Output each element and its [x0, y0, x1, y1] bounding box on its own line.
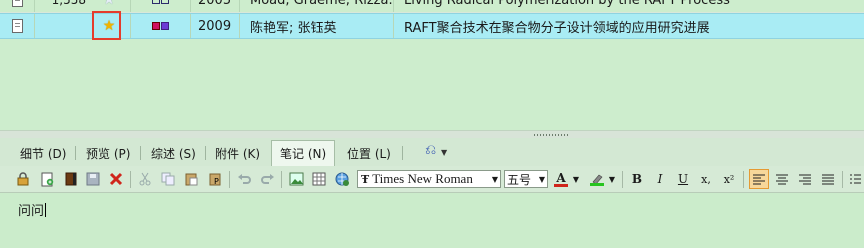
empty-star-icon[interactable]: ★: [103, 0, 116, 7]
align-right-icon[interactable]: [796, 170, 814, 188]
tab-preview[interactable]: 预览 (P): [78, 141, 138, 165]
toolbar-divider: [743, 171, 744, 188]
lock-icon[interactable]: [14, 170, 32, 188]
tab-details[interactable]: 细节 (D): [12, 141, 74, 165]
font-size-value: 五号: [507, 172, 532, 187]
chevron-down-icon[interactable]: ▼: [492, 175, 498, 184]
document-icon: [0, 0, 35, 12]
tab-summary[interactable]: 综述 (S): [143, 141, 204, 165]
svg-text:P: P: [214, 177, 219, 186]
note-editor[interactable]: 问问: [0, 193, 864, 248]
toolbar-divider: [130, 171, 131, 188]
title-cell: Living Radical Polymerization by the RAF…: [404, 0, 730, 8]
paste-icon[interactable]: [182, 170, 200, 188]
new-note-icon[interactable]: [38, 170, 56, 188]
bold-button[interactable]: B: [628, 170, 646, 188]
superscript-button[interactable]: x²: [720, 170, 738, 188]
tab-divider: [75, 146, 76, 160]
tab-divider: [402, 146, 403, 160]
splitter-grip[interactable]: [534, 134, 568, 136]
year-cell: 2009: [190, 14, 240, 38]
copy-icon[interactable]: [159, 170, 177, 188]
align-center-icon[interactable]: [773, 170, 791, 188]
align-justify-icon[interactable]: [819, 170, 837, 188]
tab-location[interactable]: 位置 (L): [339, 141, 399, 165]
document-icon: [0, 14, 35, 38]
insert-table-icon[interactable]: [310, 170, 328, 188]
toolbar-divider: [622, 171, 623, 188]
highlight-box: [92, 11, 121, 40]
year-cell: 2005: [190, 0, 240, 12]
tab-divider: [205, 146, 206, 160]
font-color-icon[interactable]: A: [552, 170, 570, 188]
globe-link-icon[interactable]: [333, 170, 351, 188]
chevron-down-icon[interactable]: ▼: [607, 170, 617, 188]
font-size-select[interactable]: 五号 ▼: [504, 170, 548, 188]
cut-icon[interactable]: [136, 170, 154, 188]
note-toolbar: P Ŧ Times New Roman ▼ 五号 ▼ A ▼ ▼ B I U x…: [0, 166, 864, 193]
save-icon[interactable]: [84, 170, 102, 188]
label-icon: [151, 0, 169, 4]
paperclip-icon[interactable]: ⎌: [425, 142, 436, 158]
insert-image-icon[interactable]: [287, 170, 305, 188]
book-icon[interactable]: [62, 170, 80, 188]
authors-cell: Moad, Graeme; Rizza...: [240, 0, 394, 12]
chevron-down-icon[interactable]: ▼: [571, 170, 581, 188]
chevron-down-icon[interactable]: ▼: [539, 175, 545, 184]
highlight-color-icon[interactable]: [588, 170, 606, 188]
italic-button[interactable]: I: [651, 170, 669, 188]
reference-row[interactable]: 1,558 ★ 2005 Moad, Graeme; Rizza... Livi…: [0, 0, 864, 13]
text-caret: [45, 203, 47, 217]
tab-divider: [140, 146, 141, 160]
note-content[interactable]: 问问: [18, 200, 47, 219]
toolbar-divider: [842, 171, 843, 188]
font-family-select[interactable]: Ŧ Times New Roman ▼: [357, 170, 501, 188]
align-left-icon[interactable]: [749, 169, 769, 189]
note-text: 问问: [18, 204, 45, 219]
undo-icon[interactable]: [235, 170, 253, 188]
reference-row-selected[interactable]: ★ 2009 陈艳军; 张钰英 RAFT聚合技术在聚合物分子设计领域的应用研究进…: [0, 13, 864, 39]
label-cell: [130, 0, 191, 12]
cites-count: [34, 14, 88, 38]
delete-icon[interactable]: [107, 170, 125, 188]
reference-list[interactable]: 1,558 ★ 2005 Moad, Graeme; Rizza... Livi…: [0, 0, 864, 130]
chevron-down-icon[interactable]: ▼: [441, 148, 447, 157]
tab-notes[interactable]: 笔记 (N): [271, 140, 336, 166]
paste-special-icon[interactable]: P: [206, 170, 224, 188]
subscript-button[interactable]: x,: [697, 170, 715, 188]
underline-button[interactable]: U: [674, 170, 692, 188]
title-cell: RAFT聚合技术在聚合物分子设计领域的应用研究进展: [404, 20, 710, 36]
toolbar-divider: [229, 171, 230, 188]
truetype-icon: Ŧ: [361, 172, 370, 186]
label-cell: [130, 14, 191, 38]
redo-icon[interactable]: [258, 170, 276, 188]
toolbar-divider: [281, 171, 282, 188]
list-icon[interactable]: [848, 170, 862, 188]
label-color-icon: [151, 22, 169, 30]
font-family-value: Times New Roman: [372, 171, 473, 186]
cites-count: 1,558: [51, 0, 86, 7]
tab-attachments[interactable]: 附件 (K): [207, 141, 268, 165]
authors-cell: 陈艳军; 张钰英: [240, 14, 394, 38]
